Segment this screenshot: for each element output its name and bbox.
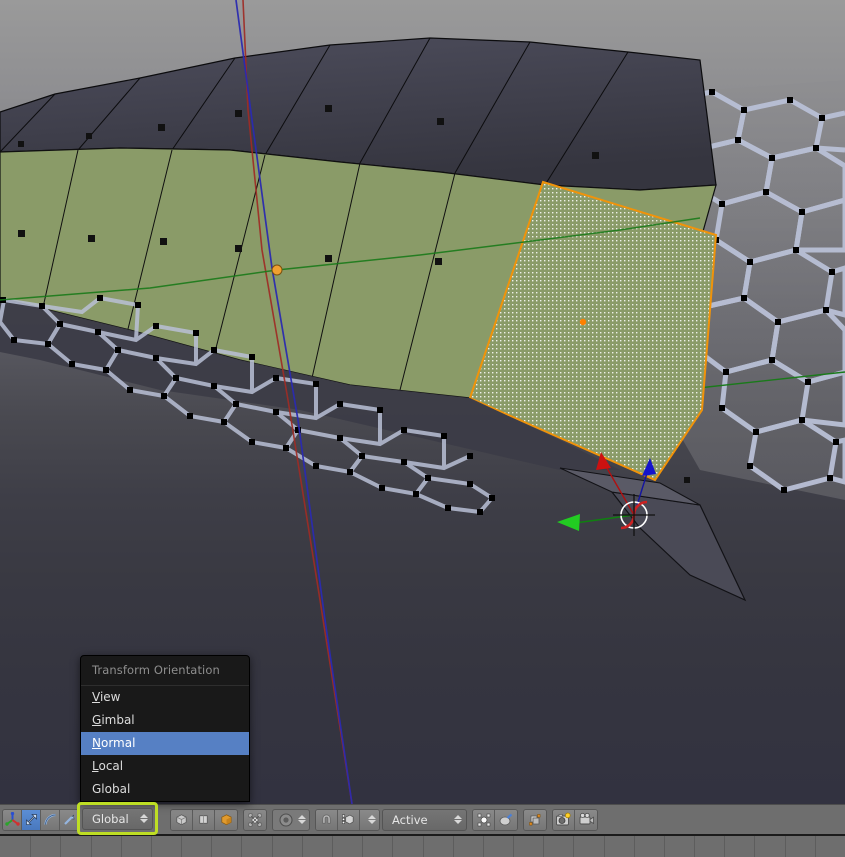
snap-element-icon[interactable] [338, 809, 360, 830]
render-image-icon[interactable] [553, 809, 575, 830]
menu-item-normal[interactable]: Normal [81, 732, 249, 755]
bounding-box-icon[interactable] [171, 809, 193, 830]
manipulator-y-arrow [557, 514, 580, 531]
menu-item-view[interactable]: View [81, 686, 249, 709]
pivot-point-icon[interactable] [244, 809, 266, 830]
snap-target-dropdown[interactable]: Active [382, 808, 467, 831]
menu-item-local[interactable]: Local [81, 755, 249, 778]
menu-title: Transform Orientation [81, 656, 249, 686]
transform-orientation-dropdown[interactable]: Global [82, 807, 153, 830]
wireframe-icon[interactable] [193, 809, 215, 830]
snap-group[interactable] [315, 808, 380, 831]
proportional-edit-icon[interactable] [473, 809, 495, 830]
pivot-dropdown[interactable] [272, 808, 310, 831]
axis-gizmo-icon[interactable] [3, 809, 22, 830]
magnet-icon[interactable] [316, 809, 338, 830]
snap-element-spin[interactable] [360, 809, 379, 830]
active-face-dot [579, 318, 587, 326]
shading-button-group[interactable] [170, 808, 238, 831]
translate-arrow-icon[interactable] [22, 809, 41, 830]
menu-item-global[interactable]: Global [81, 778, 249, 801]
render-group[interactable] [552, 808, 598, 831]
render-layers-group[interactable] [523, 808, 547, 831]
timeline-strip[interactable] [0, 834, 845, 857]
circle-pivot-icon [279, 812, 293, 827]
mesh-tail [559, 467, 747, 602]
transform-orientation-highlight: Global [77, 802, 158, 835]
transform-orientation-menu[interactable]: Transform Orientation View Gimbal Normal… [80, 655, 250, 802]
timeline-ticks [30, 836, 816, 857]
snap-target-spin-arrows[interactable] [454, 815, 462, 824]
pivot-point-button[interactable] [243, 808, 267, 831]
render-anim-icon[interactable] [575, 809, 597, 830]
orientation-spin-arrows[interactable] [140, 814, 148, 823]
occlude-geometry-icon[interactable] [495, 809, 517, 830]
rotate-arc-icon[interactable] [41, 809, 60, 830]
solid-shading-icon[interactable] [215, 809, 237, 830]
object-origin-dot [271, 264, 283, 276]
menu-item-gimbal[interactable]: Gimbal [81, 709, 249, 732]
proportional-group[interactable] [472, 808, 518, 831]
pivot-spin-arrows[interactable] [298, 815, 306, 824]
blender-window: Transform Orientation View Gimbal Normal… [0, 0, 845, 857]
manipulator-button-group[interactable] [2, 808, 80, 831]
render-layers-icon[interactable] [524, 809, 546, 830]
